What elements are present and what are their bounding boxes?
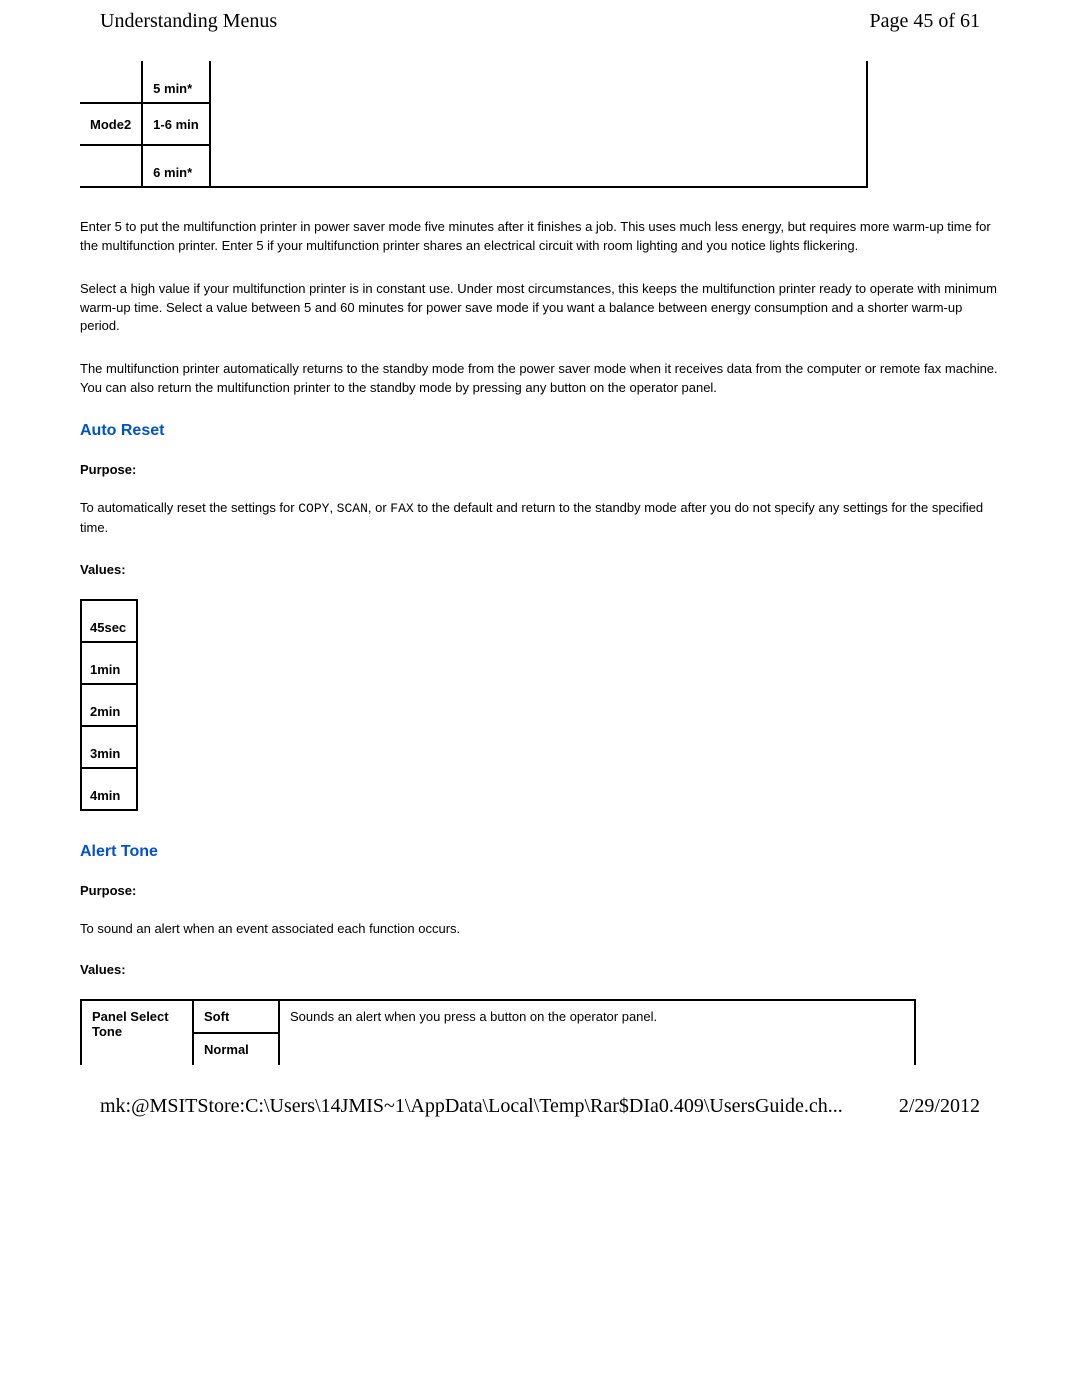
page-indicator: Page 45 of 61	[869, 10, 980, 33]
text-segment: To automatically reset the settings for	[80, 500, 298, 515]
section-title-auto-reset: Auto Reset	[80, 422, 1000, 440]
table-cell-empty	[210, 145, 865, 187]
power-saver-table: 5 min* Mode2 1-6 min 6 min*	[80, 61, 868, 188]
mono-scan: SCAN	[337, 501, 368, 516]
purpose-label: Purpose:	[80, 883, 1000, 898]
table-cell: Normal	[193, 1033, 279, 1065]
values-label: Values:	[80, 562, 1000, 577]
table-cell: 45sec	[81, 600, 137, 642]
table-cell: Mode2	[80, 103, 142, 145]
table-cell: Sounds an alert when you press a button …	[279, 1000, 915, 1065]
purpose-label: Purpose:	[80, 462, 1000, 477]
auto-reset-values-table: 45sec 1min 2min 3min 4min	[80, 599, 138, 811]
table-cell-empty	[80, 61, 142, 103]
text-segment: ,	[329, 500, 336, 515]
table-border	[865, 103, 867, 145]
table-cell: 6 min*	[142, 145, 210, 187]
mono-copy: COPY	[298, 501, 329, 516]
values-label: Values:	[80, 962, 1000, 977]
table-cell: 5 min*	[142, 61, 210, 103]
auto-reset-purpose-text: To automatically reset the settings for …	[80, 499, 1000, 538]
page-header-title: Understanding Menus	[100, 10, 277, 33]
alert-tone-purpose-text: To sound an alert when an event associat…	[80, 920, 1000, 939]
table-cell-empty	[80, 145, 142, 187]
section-title-alert-tone: Alert Tone	[80, 843, 1000, 861]
alert-tone-values-table: Panel Select Tone Soft Sounds an alert w…	[80, 999, 916, 1065]
table-cell: 3min	[81, 726, 137, 768]
mono-fax: FAX	[390, 501, 413, 516]
footer-date: 2/29/2012	[899, 1095, 980, 1118]
table-cell: 1-6 min	[142, 103, 210, 145]
table-border	[865, 61, 867, 103]
table-cell: 1min	[81, 642, 137, 684]
table-cell-empty	[210, 103, 865, 145]
table-cell-empty	[210, 61, 865, 103]
table-cell: Soft	[193, 1000, 279, 1033]
table-cell: 4min	[81, 768, 137, 810]
paragraph-3: The multifunction printer automatically …	[80, 360, 1000, 398]
paragraph-2: Select a high value if your multifunctio…	[80, 280, 1000, 337]
paragraph-1: Enter 5 to put the multifunction printer…	[80, 218, 1000, 256]
table-cell: 2min	[81, 684, 137, 726]
table-cell: Panel Select Tone	[81, 1000, 193, 1065]
footer-path: mk:@MSITStore:C:\Users\14JMIS~1\AppData\…	[100, 1095, 843, 1118]
text-segment: , or	[368, 500, 390, 515]
table-border	[865, 145, 867, 187]
